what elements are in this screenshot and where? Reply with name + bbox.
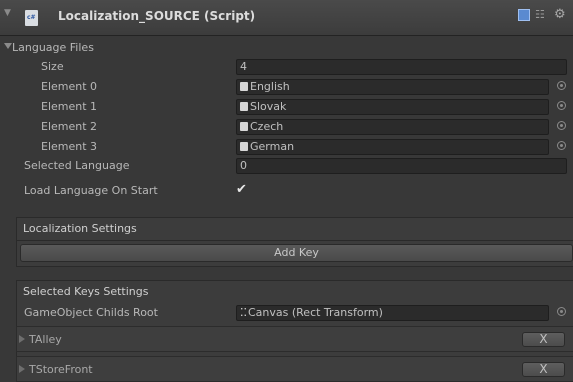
childs-root-value: Canvas (Rect Transform) <box>248 306 383 319</box>
language-files-foldout[interactable]: Language Files <box>0 39 573 57</box>
element-row: Element 2 Czech <box>0 118 573 136</box>
foldout-arrow-icon[interactable] <box>19 335 25 343</box>
selected-language-field[interactable]: 0 <box>236 158 567 174</box>
object-picker-icon[interactable] <box>557 307 566 316</box>
key-name: TStoreFront <box>29 363 93 376</box>
add-key-button[interactable]: Add Key <box>20 244 573 262</box>
settings-icon[interactable]: ☷ <box>535 9 547 21</box>
text-asset-icon <box>240 102 248 111</box>
element-label: Element 3 <box>41 140 98 153</box>
element-row: Element 0 English <box>0 78 573 96</box>
language-files-label: Language Files <box>12 41 94 54</box>
key-row-tstorefront[interactable]: TStoreFront X <box>16 356 573 382</box>
key-row-talley[interactable]: TAlley X <box>16 326 573 352</box>
load-on-start-checkbox[interactable]: ✔ <box>236 183 250 197</box>
selected-language-row: Selected Language 0 <box>0 157 573 175</box>
load-on-start-label: Load Language On Start <box>24 184 158 197</box>
object-picker-icon[interactable] <box>557 101 566 110</box>
element-value: Czech <box>250 120 284 133</box>
element-value: Slovak <box>250 100 287 113</box>
element-object-field[interactable]: Czech <box>236 119 549 135</box>
foldout-arrow-icon[interactable] <box>19 365 25 373</box>
element-row: Element 3 German <box>0 138 573 156</box>
remove-key-button[interactable]: X <box>522 332 565 347</box>
element-object-field[interactable]: Slovak <box>236 99 549 115</box>
childs-root-row: GameObject Childs Root ⁚⁚Canvas (Rect Tr… <box>0 304 573 322</box>
rect-transform-icon: ⁚⁚ <box>240 306 247 319</box>
element-label: Element 0 <box>41 80 98 93</box>
text-asset-icon <box>240 82 248 91</box>
load-on-start-row: Load Language On Start ✔ <box>0 182 573 200</box>
size-label: Size <box>41 60 64 73</box>
component-title: Localization_SOURCE (Script) <box>58 9 256 23</box>
element-object-field[interactable]: German <box>236 139 549 155</box>
component-header[interactable]: ▼ Localization_SOURCE (Script) ☷ ⚙ <box>0 0 573 36</box>
element-row: Element 1 Slovak <box>0 98 573 116</box>
remove-key-button[interactable]: X <box>522 362 565 377</box>
element-label: Element 2 <box>41 120 98 133</box>
object-picker-icon[interactable] <box>557 81 566 90</box>
divider <box>16 240 573 241</box>
element-value: English <box>250 80 290 93</box>
object-picker-icon[interactable] <box>557 121 566 130</box>
gear-icon[interactable]: ⚙ <box>554 8 566 21</box>
size-row: Size 4 <box>0 58 573 76</box>
object-picker-icon[interactable] <box>557 141 566 150</box>
key-name: TAlley <box>29 333 62 346</box>
size-field[interactable]: 4 <box>236 59 567 75</box>
element-value: German <box>250 140 295 153</box>
fold-arrow-icon[interactable]: ▼ <box>4 8 11 18</box>
childs-root-label: GameObject Childs Root <box>24 306 158 319</box>
text-asset-icon <box>240 122 248 131</box>
book-icon[interactable] <box>518 9 530 21</box>
selected-keys-title: Selected Keys Settings <box>23 285 149 298</box>
foldout-arrow-icon[interactable] <box>4 43 12 49</box>
selected-language-label: Selected Language <box>24 159 130 172</box>
script-icon <box>25 10 38 26</box>
text-asset-icon <box>240 142 248 151</box>
childs-root-object-field[interactable]: ⁚⁚Canvas (Rect Transform) <box>236 305 549 321</box>
element-label: Element 1 <box>41 100 98 113</box>
element-object-field[interactable]: English <box>236 79 549 95</box>
localization-settings-title: Localization Settings <box>23 222 137 235</box>
